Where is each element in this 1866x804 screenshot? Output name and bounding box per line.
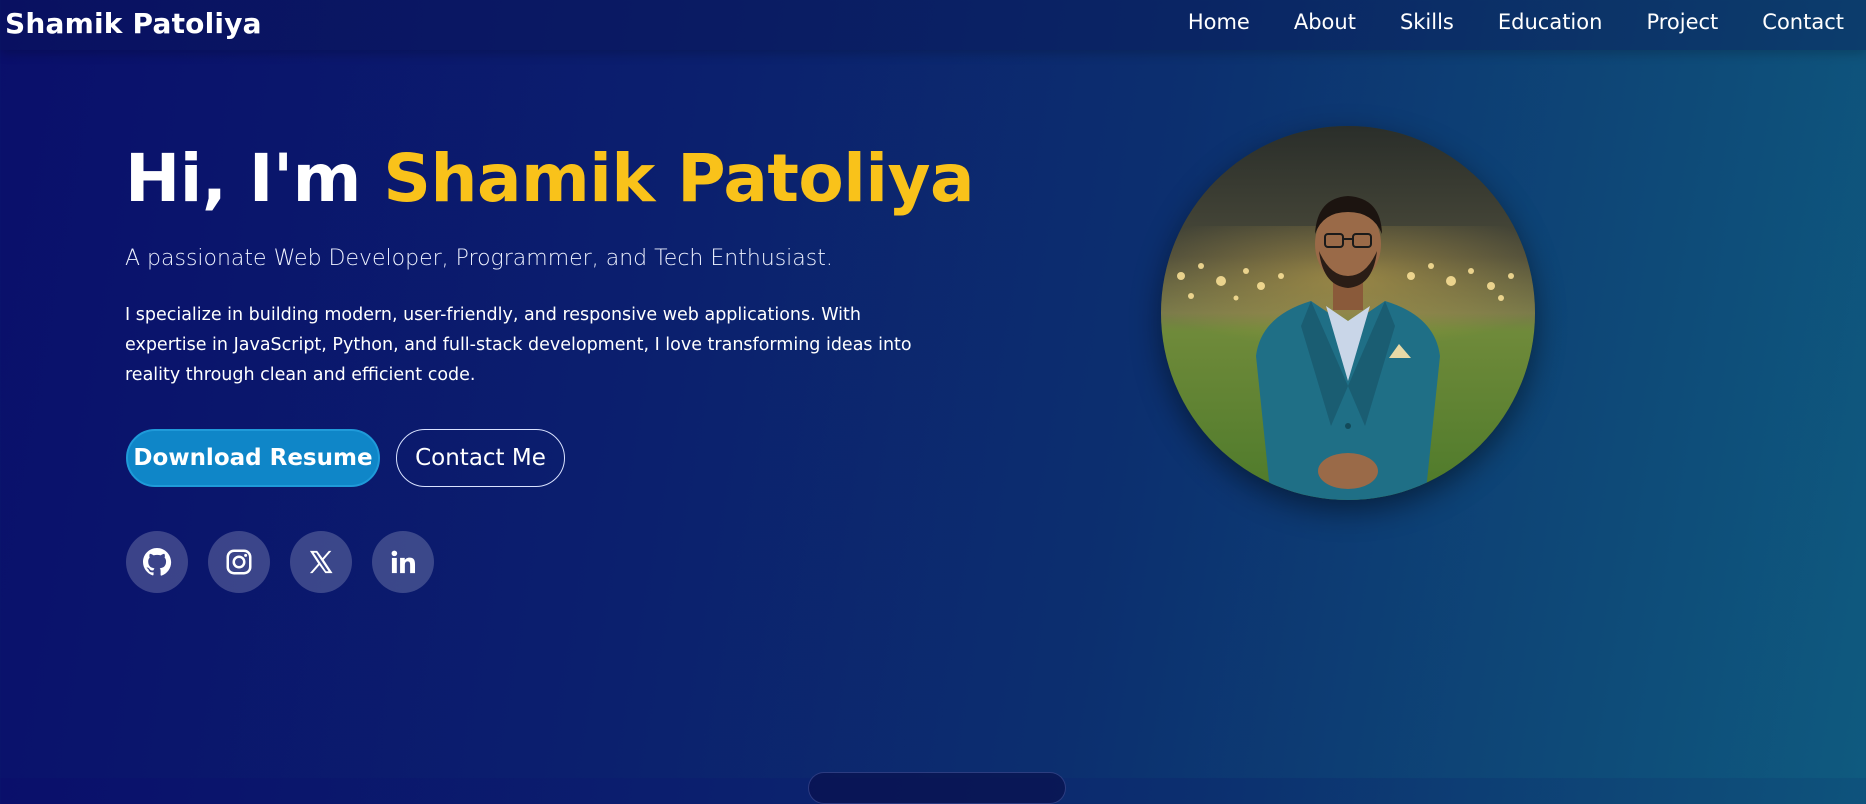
download-resume-button[interactable]: Download Resume — [126, 429, 380, 487]
github-link[interactable] — [126, 531, 188, 593]
navbar: Shamik Patoliya Home About Skills Educat… — [0, 0, 1866, 50]
brand-logo[interactable]: Shamik Patoliya — [5, 7, 262, 40]
github-icon — [143, 548, 172, 576]
social-links — [126, 531, 434, 593]
hero-description: I specialize in building modern, user-fr… — [125, 305, 912, 385]
instagram-link[interactable] — [208, 531, 270, 593]
profile-photo — [1161, 126, 1535, 500]
nav-link-about[interactable]: About — [1294, 10, 1356, 34]
nav-link-project[interactable]: Project — [1646, 10, 1718, 34]
nav-link-home[interactable]: Home — [1188, 10, 1250, 34]
nav-link-contact[interactable]: Contact — [1762, 10, 1844, 34]
x-icon — [309, 550, 333, 574]
x-link[interactable] — [290, 531, 352, 593]
nav-links: Home About Skills Education Project Cont… — [1188, 10, 1844, 34]
hero-greeting: Hi, I'm — [125, 140, 384, 217]
instagram-icon — [226, 549, 252, 575]
scroll-section-edge — [808, 772, 1066, 804]
linkedin-link[interactable] — [372, 531, 434, 593]
hero-tagline: A passionate Web Developer, Programmer, … — [125, 246, 833, 271]
contact-me-button[interactable]: Contact Me — [396, 429, 565, 487]
hero-title: Hi, I'm Shamik Patoliya — [125, 140, 975, 217]
nav-link-skills[interactable]: Skills — [1400, 10, 1454, 34]
hero-name: Shamik Patoliya — [383, 140, 975, 217]
nav-link-education[interactable]: Education — [1498, 10, 1603, 34]
linkedin-icon — [391, 550, 416, 574]
